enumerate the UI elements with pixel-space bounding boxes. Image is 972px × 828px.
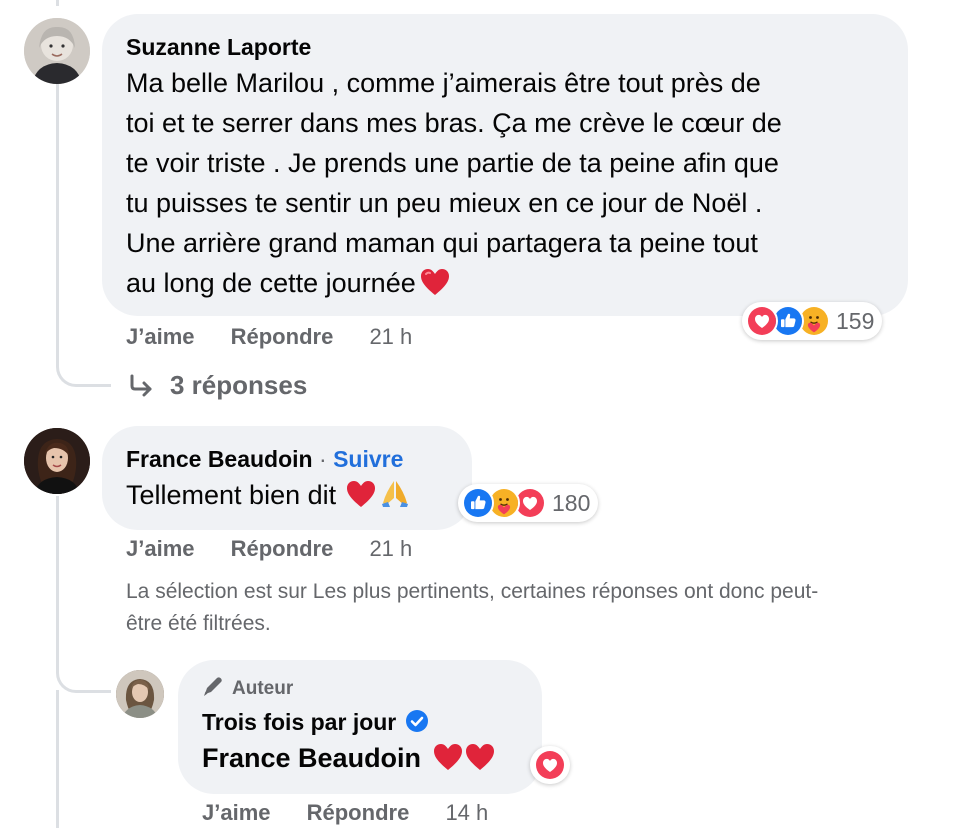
reply-text: France Beaudoin — [202, 738, 495, 782]
comment-text: Tellement bien dit — [126, 475, 410, 519]
author-badge-label: Auteur — [232, 678, 294, 699]
comment-text-content: Tellement bien dit — [126, 480, 337, 510]
comment-actions: J’aime Répondre 21 h — [126, 536, 412, 562]
replies-count-label: 3 réponses — [170, 370, 308, 400]
avatar-france-beaudoin[interactable] — [24, 428, 90, 494]
reaction-summary[interactable]: 159 — [742, 302, 883, 340]
comment-text-line: tu puisses te sentir un peu mieux en ce … — [126, 188, 763, 218]
pen-icon — [202, 675, 226, 703]
reply-timestamp[interactable]: 14 h — [445, 800, 488, 825]
like-button[interactable]: J’aime — [202, 800, 271, 825]
comment-actions: J’aime Répondre 21 h — [126, 324, 412, 350]
view-replies-button[interactable]: 3 réponses — [128, 370, 307, 405]
comment-text-line: Une arrière grand maman qui partagera ta… — [126, 228, 758, 258]
comment-text-line: toi et te serrer dans mes bras. Ça me cr… — [126, 108, 782, 138]
reply-text-content: France Beaudoin — [202, 743, 422, 773]
follow-button[interactable]: Suivre — [333, 446, 403, 472]
reply-button[interactable]: Répondre — [307, 800, 410, 825]
red-heart-emoji-icon — [346, 479, 376, 519]
separator-dot: · — [319, 446, 327, 472]
red-heart-emoji-icon — [420, 267, 450, 307]
comment-text: Ma belle Marilou , comme j’aimerais être… — [126, 63, 782, 307]
reply-author[interactable]: Trois fois par jour — [202, 709, 396, 735]
reply-arrow-icon — [128, 374, 156, 405]
comment-text-line: Ma belle Marilou , comme j’aimerais être… — [126, 68, 761, 98]
comment-timestamp[interactable]: 21 h — [369, 324, 412, 349]
filter-notice-line: La sélection est sur Les plus pertinents… — [126, 580, 819, 603]
verified-badge-icon — [405, 709, 429, 739]
reply-button[interactable]: Répondre — [231, 324, 334, 349]
reaction-count: 180 — [552, 489, 591, 516]
comment-text-line-last: au long de cette journée — [126, 263, 782, 307]
comment-thread: Suzanne Laporte Ma belle Marilou , comme… — [0, 0, 972, 828]
like-button[interactable]: J’aime — [126, 324, 195, 349]
comment-author-row: France Beaudoin · Suivre — [126, 446, 403, 473]
thread-connector-reply — [56, 496, 111, 693]
filter-notice-line: être été filtrées. — [126, 612, 271, 635]
comment-author[interactable]: Suzanne Laporte — [126, 34, 311, 61]
love-icon — [534, 749, 566, 781]
reaction-count: 159 — [836, 307, 875, 334]
author-badge: Auteur — [202, 675, 293, 703]
reply-actions: J’aime Répondre 14 h — [202, 800, 488, 826]
love-icon — [746, 305, 778, 337]
reaction-summary[interactable] — [530, 746, 570, 784]
red-heart-emoji-icon — [433, 742, 463, 782]
reply-button[interactable]: Répondre — [231, 536, 334, 561]
avatar-suzanne-laporte[interactable] — [24, 18, 90, 84]
red-heart-emoji-icon — [465, 742, 495, 782]
thread-line-top — [56, 0, 59, 6]
reaction-summary[interactable]: 180 — [458, 484, 599, 522]
comment-author[interactable]: France Beaudoin — [126, 446, 313, 472]
comment-timestamp[interactable]: 21 h — [369, 536, 412, 561]
like-icon — [462, 487, 494, 519]
comment-text-line: te voir triste . Je prends une partie de… — [126, 148, 779, 178]
like-button[interactable]: J’aime — [126, 536, 195, 561]
reply-author-row: Trois fois par jour — [202, 709, 429, 739]
avatar-trois-fois-par-jour[interactable] — [116, 670, 164, 718]
folded-hands-emoji-icon — [380, 478, 410, 519]
thread-line-bottom — [56, 690, 59, 828]
filter-notice: La sélection est sur Les plus pertinents… — [126, 576, 966, 640]
